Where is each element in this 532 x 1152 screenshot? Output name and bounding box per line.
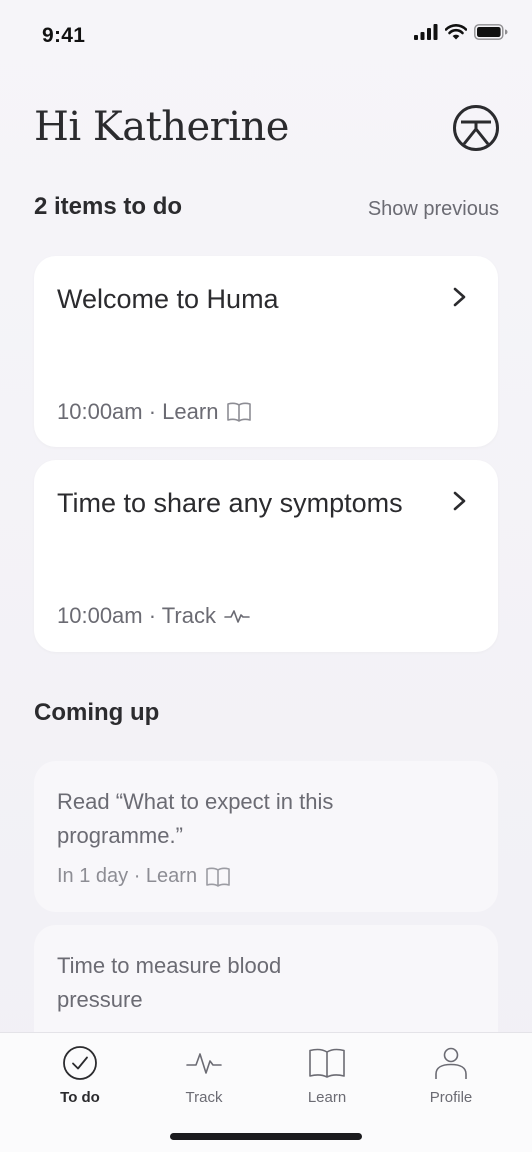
tab-profile[interactable]: Profile (401, 1043, 501, 1106)
pulse-icon (224, 610, 250, 623)
book-icon (206, 867, 230, 887)
tab-learn[interactable]: Learn (277, 1043, 377, 1106)
coming-up-card-read[interactable]: Read “What to expect in this programme.”… (34, 761, 498, 912)
book-icon (309, 1048, 345, 1078)
tab-label: Track (185, 1089, 223, 1106)
show-previous-link[interactable]: Show previous (368, 198, 499, 221)
book-icon (227, 402, 252, 422)
huma-logo-icon (453, 105, 499, 151)
coming-up-card-meta: In 1 day · Learn (57, 865, 231, 888)
person-icon (435, 1047, 467, 1079)
todo-card-title: Welcome to Huma (57, 284, 279, 314)
wifi-icon (445, 24, 467, 40)
tab-label: Profile (429, 1089, 473, 1106)
bottom-tab-bar: To do Track Learn Profile (0, 1032, 532, 1152)
greeting-title: Hi Katherine (34, 104, 289, 150)
coming-up-card-title: Read “What to expect in this programme.” (57, 789, 334, 848)
coming-up-heading: Coming up (34, 699, 160, 726)
chevron-right-icon (453, 287, 466, 307)
tab-label: To do (60, 1089, 100, 1106)
todo-card-meta-text: 10:00am · Learn (57, 399, 219, 424)
battery-icon (474, 24, 508, 40)
coming-up-card-title: Time to measure blood pressure (57, 953, 282, 1012)
status-icons (414, 24, 508, 40)
todo-card-meta: 10:00am · Track (57, 603, 250, 629)
status-bar: 9:41 (0, 0, 532, 70)
todo-card-meta-text: 10:00am · Track (57, 603, 216, 628)
status-time: 9:41 (42, 24, 86, 47)
check-circle-icon (63, 1046, 97, 1080)
cellular-signal-icon (414, 24, 438, 40)
tab-track[interactable]: Track (154, 1043, 254, 1106)
home-indicator (170, 1133, 362, 1140)
todo-card-title: Time to share any symptoms (57, 488, 403, 518)
coming-up-card-meta-text: In 1 day · Learn (57, 865, 198, 887)
todo-card-meta: 10:00am · Learn (57, 399, 252, 425)
profile-logo-button[interactable] (452, 104, 500, 152)
todo-card-welcome[interactable]: Welcome to Huma 10:00am · Learn (34, 256, 498, 447)
todo-card-symptoms[interactable]: Time to share any symptoms 10:00am · Tra… (34, 460, 498, 652)
tab-to-do[interactable]: To do (30, 1043, 130, 1106)
chevron-right-icon (453, 491, 466, 511)
tab-label: Learn (307, 1089, 347, 1106)
todo-heading: 2 items to do (34, 193, 183, 220)
pulse-icon (186, 1053, 222, 1074)
